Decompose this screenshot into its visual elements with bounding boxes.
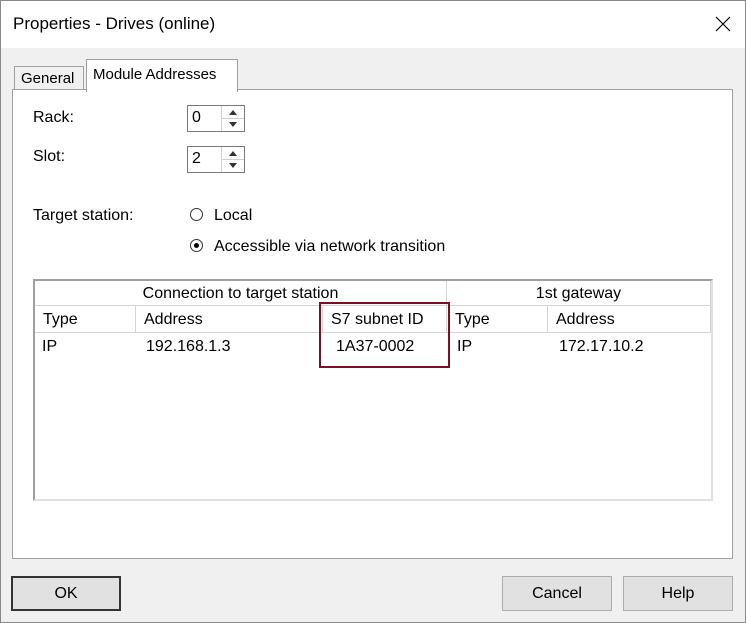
radio-selected-dot — [194, 243, 199, 248]
column-header-type[interactable]: Type — [35, 306, 136, 333]
target-station-label: Target station: — [33, 207, 134, 224]
radio-local[interactable] — [190, 208, 203, 221]
close-button[interactable] — [700, 0, 746, 48]
group-header-connection: Connection to target station — [35, 281, 447, 306]
help-button[interactable]: Help — [623, 576, 733, 611]
slot-decrement-button[interactable] — [222, 159, 244, 171]
connection-table: Connection to target station 1st gateway… — [33, 279, 713, 501]
tab-general[interactable]: General — [14, 66, 84, 90]
column-header-s7-subnet-id[interactable]: S7 subnet ID — [323, 306, 447, 333]
slot-spinner-buttons — [221, 147, 244, 172]
group-header-gateway: 1st gateway — [447, 281, 711, 306]
column-header-gateway-type[interactable]: Type — [447, 306, 548, 333]
title-bar: Properties - Drives (online) — [0, 0, 746, 49]
slot-label: Slot: — [33, 148, 66, 165]
column-header-address[interactable]: Address — [136, 306, 323, 333]
radio-network-label[interactable]: Accessible via network transition — [214, 238, 445, 256]
arrow-up-icon — [229, 150, 237, 156]
rack-spinner-buttons — [221, 106, 244, 131]
arrow-down-icon — [229, 121, 237, 127]
tab-module-addresses[interactable]: Module Addresses — [86, 59, 238, 92]
window-title: Properties - Drives (online) — [13, 14, 216, 33]
close-icon — [715, 16, 731, 32]
slot-value[interactable]: 2 — [192, 150, 201, 168]
arrow-up-icon — [229, 109, 237, 115]
ok-button[interactable]: OK — [11, 576, 121, 611]
tab-module-addresses-label: Module Addresses — [93, 66, 217, 83]
cell-type: IP — [42, 338, 58, 355]
rack-spinner[interactable]: 0 — [187, 105, 245, 132]
tab-general-label: General — [21, 70, 75, 87]
column-header-gateway-address[interactable]: Address — [548, 306, 711, 333]
cancel-button[interactable]: Cancel — [502, 576, 612, 611]
cell-address: 192.168.1.3 — [146, 338, 231, 355]
cell-s7-subnet-id: 1A37-0002 — [336, 338, 415, 355]
cell-gateway-type: IP — [457, 338, 473, 355]
radio-local-label[interactable]: Local — [214, 207, 252, 225]
rack-decrement-button[interactable] — [222, 118, 244, 130]
rack-label: Rack: — [33, 109, 74, 126]
arrow-down-icon — [229, 162, 237, 168]
cell-gateway-address: 172.17.10.2 — [559, 338, 644, 355]
rack-value[interactable]: 0 — [192, 109, 201, 127]
radio-network[interactable] — [190, 239, 203, 252]
slot-spinner[interactable]: 2 — [187, 146, 245, 173]
